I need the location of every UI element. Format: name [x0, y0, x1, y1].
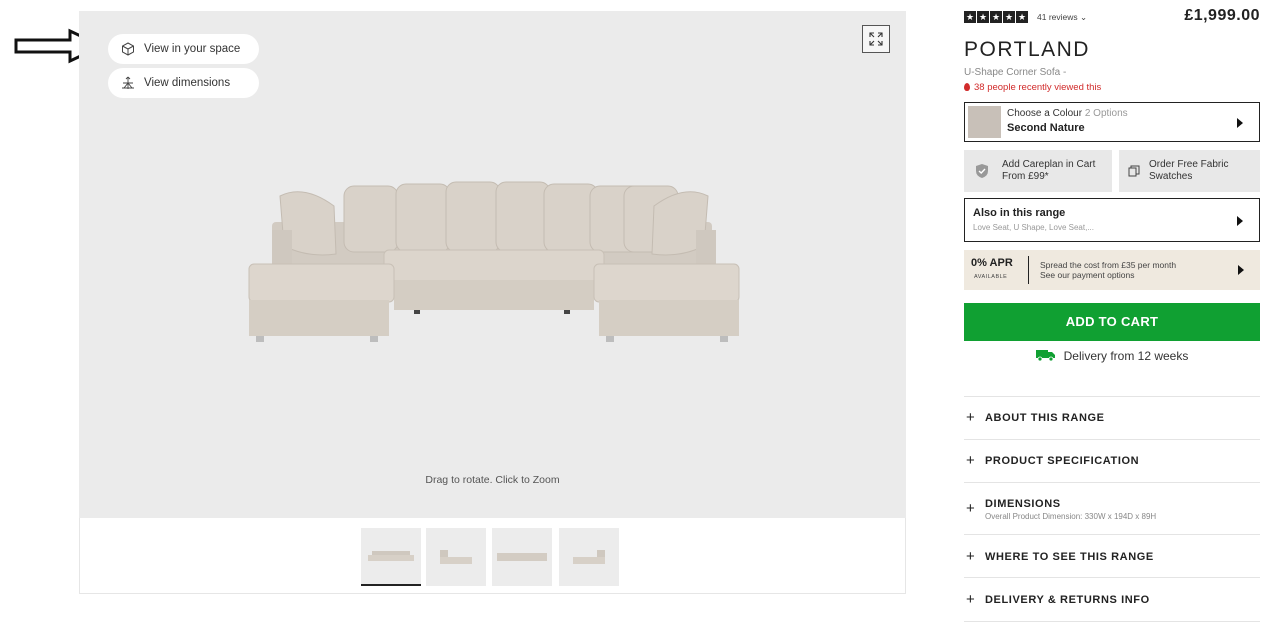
colour-label-text: Choose a Colour	[1007, 108, 1083, 119]
plus-icon: +	[966, 591, 975, 608]
dimensions-icon	[122, 76, 134, 89]
also-in-range-items: Love Seat, U Shape, Love Seat,...	[973, 223, 1094, 232]
thumbnail-front[interactable]	[361, 528, 421, 586]
colour-swatch	[968, 106, 1001, 138]
accordion-about-range[interactable]: + ABOUT THIS RANGE	[964, 396, 1260, 439]
delivery-info: Delivery from 12 weeks	[964, 349, 1260, 363]
cube-icon	[122, 42, 134, 56]
accordion-label: DIMENSIONS	[985, 498, 1061, 510]
star-icon: ★	[990, 11, 1002, 23]
careplan-button[interactable]: Add Careplan in Cart From £99*	[964, 150, 1112, 192]
shield-check-icon	[976, 164, 988, 178]
apr-line1: Spread the cost from £35 per month	[1040, 260, 1177, 270]
also-in-range-title: Also in this range	[973, 207, 1066, 219]
fullscreen-button[interactable]	[862, 25, 890, 53]
order-swatches-button[interactable]: Order Free Fabric Swatches	[1119, 150, 1260, 192]
delivery-truck-icon	[1035, 350, 1055, 361]
accordion-dimensions[interactable]: + DIMENSIONS Overall Product Dimension: …	[964, 482, 1260, 534]
swatches-line2: Swatches	[1149, 171, 1193, 182]
swatch-icon	[1128, 165, 1140, 177]
product-name: PORTLAND	[964, 38, 1090, 61]
colour-label: Choose a Colour 2 Options	[1007, 108, 1128, 119]
rotate-hint: Drag to rotate. Click to Zoom	[425, 474, 560, 486]
star-icon: ★	[977, 11, 989, 23]
add-to-cart-button[interactable]: ADD TO CART	[964, 303, 1260, 341]
careplan-line2: From £99*	[1002, 171, 1049, 182]
accordion-label: ABOUT THIS RANGE	[985, 412, 1105, 424]
reviews-link[interactable]: 41 reviews ⌄	[1037, 12, 1087, 23]
star-icon: ★	[1016, 11, 1028, 23]
sofa-image	[248, 181, 740, 342]
accordion-label: DELIVERY & RETURNS INFO	[985, 594, 1150, 606]
accordion-product-specification[interactable]: + PRODUCT SPECIFICATION	[964, 439, 1260, 482]
chevron-right-icon	[1238, 265, 1244, 275]
dimensions-summary: Overall Product Dimension: 330W x 194D x…	[985, 512, 1157, 521]
star-icon: ★	[964, 11, 976, 23]
thumbnail-side[interactable]	[426, 528, 486, 586]
thumbnail-corner[interactable]	[559, 528, 619, 586]
reviews-count: 41 reviews	[1037, 12, 1078, 22]
plus-icon: +	[966, 452, 975, 469]
swatches-line1: Order Free Fabric	[1149, 159, 1229, 170]
apr-available: AVAILABLE	[974, 274, 1008, 280]
apr-line2: See our payment options	[1040, 270, 1135, 280]
plus-icon: +	[966, 548, 975, 565]
thumbnail-back[interactable]	[492, 528, 552, 586]
accordion-label: WHERE TO SEE THIS RANGE	[985, 551, 1154, 563]
sofa-thumbnail-side	[440, 550, 472, 564]
recently-viewed-notice: 38 people recently viewed this	[964, 82, 1101, 93]
product-price: £1,999.00	[1184, 7, 1260, 24]
chevron-right-icon	[1237, 118, 1243, 128]
plus-icon: +	[966, 409, 975, 426]
product-page: View in your space View dimensions Drag …	[0, 0, 1277, 634]
chevron-down-icon: ⌄	[1080, 12, 1088, 22]
accordion-where-to-see[interactable]: + WHERE TO SEE THIS RANGE	[964, 534, 1260, 577]
delivery-text: Delivery from 12 weeks	[1063, 349, 1189, 363]
flame-icon	[964, 83, 970, 91]
divider	[1028, 256, 1029, 284]
product-3d-viewer[interactable]: View in your space View dimensions Drag …	[79, 11, 906, 518]
view-dimensions-label: View dimensions	[144, 77, 231, 89]
sofa-thumbnail-front	[368, 551, 414, 561]
colour-selector[interactable]: Choose a Colour 2 Options Second Nature	[964, 102, 1260, 142]
also-in-range-selector[interactable]: Also in this range Love Seat, U Shape, L…	[964, 198, 1260, 242]
thumbnail-strip	[79, 518, 906, 594]
chevron-right-icon	[1237, 216, 1243, 226]
view-in-your-space-button[interactable]: View in your space	[108, 34, 259, 64]
expand-icon	[869, 32, 883, 46]
accordion-label: PRODUCT SPECIFICATION	[985, 455, 1140, 467]
view-in-your-space-label: View in your space	[144, 43, 241, 55]
recently-viewed-text: 38 people recently viewed this	[974, 82, 1102, 93]
colour-value: Second Nature	[1007, 122, 1085, 134]
star-rating[interactable]: ★ ★ ★ ★ ★	[964, 11, 1028, 23]
sofa-thumbnail-back	[497, 553, 547, 561]
product-subtitle: U-Shape Corner Sofa -	[964, 67, 1067, 78]
accordion-delivery-returns[interactable]: + DELIVERY & RETURNS INFO	[964, 577, 1260, 622]
careplan-line1: Add Careplan in Cart	[1002, 159, 1096, 170]
finance-banner[interactable]: 0% APR AVAILABLE Spread the cost from £3…	[964, 250, 1260, 290]
colour-options-count: 2 Options	[1084, 108, 1128, 119]
star-icon: ★	[1003, 11, 1015, 23]
apr-headline: 0% APR	[971, 257, 1013, 269]
sofa-thumbnail-corner	[573, 550, 605, 564]
view-dimensions-button[interactable]: View dimensions	[108, 68, 259, 98]
plus-icon: +	[966, 500, 975, 517]
